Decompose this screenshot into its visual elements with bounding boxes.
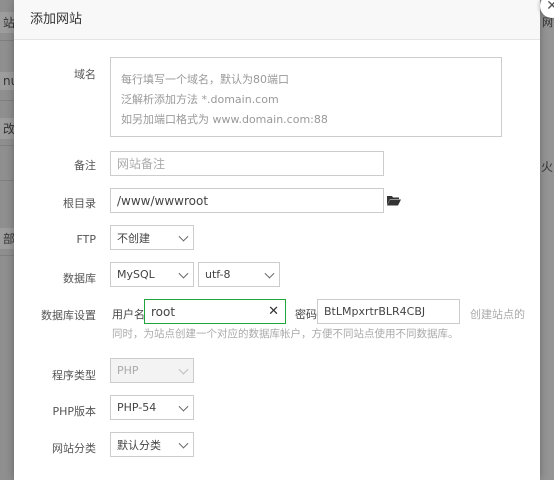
ftp-label: FTP — [76, 233, 97, 246]
database-label: 数据库 — [63, 272, 96, 285]
chevron-down-icon — [178, 364, 189, 375]
site-category-selected: 默认分类 — [117, 438, 161, 452]
ftp-selected: 不创建 — [117, 231, 150, 245]
ftp-select[interactable]: 不创建 — [110, 225, 194, 250]
db-password-input[interactable]: BtLMpxrtrBLR4CBJ — [317, 299, 460, 324]
bg-fragment: 火 — [541, 160, 554, 174]
folder-open-icon[interactable] — [387, 195, 401, 206]
db-username-input[interactable]: root ✕ — [144, 299, 286, 324]
database-type-select[interactable]: MySQL — [110, 262, 194, 287]
program-type-label: 程序类型 — [52, 369, 96, 382]
php-version-selected: PHP-54 — [117, 401, 157, 414]
domain-placeholder-line: 如另加端口格式为 www.domain.com:88 — [121, 113, 328, 126]
db-hint-line2: 同时，为站点创建一个对应的数据库帐户，方便不同站点使用不同数据库。 — [112, 328, 459, 340]
domain-textarea[interactable]: 每行填写一个域名，默认为80端口 泛解析添加方法 *.domain.com 如另… — [110, 57, 502, 137]
site-category-select[interactable]: 默认分类 — [110, 432, 194, 457]
domain-placeholder-line: 泛解析添加方法 *.domain.com — [121, 93, 279, 106]
database-type-selected: MySQL — [117, 268, 155, 281]
db-password-label: 密码 — [295, 308, 317, 321]
bg-divider — [0, 100, 14, 101]
modal-title: 添加网站 — [14, 0, 540, 40]
php-version-label: PHP版本 — [52, 405, 96, 418]
database-charset-select[interactable]: utf-8 — [198, 262, 280, 287]
remark-input[interactable]: 网站备注 — [110, 151, 384, 176]
chevron-down-icon — [178, 231, 189, 242]
php-version-select[interactable]: PHP-54 — [110, 395, 194, 420]
chevron-down-icon — [178, 438, 189, 449]
db-password-value: BtLMpxrtrBLR4CBJ — [324, 305, 426, 318]
bg-divider — [0, 145, 14, 146]
db-username-value: root — [151, 304, 176, 319]
db-username-label: 用户名 — [112, 308, 145, 321]
chevron-down-icon — [178, 268, 189, 279]
db-settings-label: 数据库设置 — [41, 309, 96, 322]
remark-placeholder: 网站备注 — [117, 157, 166, 171]
add-site-modal: 添加网站 ✕ 域名 每行填写一个域名，默认为80端口 泛解析添加方法 *.dom… — [14, 0, 554, 480]
chevron-down-icon — [178, 401, 189, 412]
db-hint-line1: 创建站点的 — [470, 308, 525, 321]
clear-icon[interactable]: ✕ — [268, 304, 279, 319]
bg-right-strip: 网 火 — [540, 0, 554, 480]
bg-divider — [0, 180, 14, 181]
root-dir-label: 根目录 — [63, 197, 96, 210]
domain-placeholder-line: 每行填写一个域名，默认为80端口 — [121, 73, 289, 86]
site-category-label: 网站分类 — [52, 442, 96, 455]
bg-divider — [0, 40, 14, 41]
bg-divider — [0, 255, 14, 256]
root-dir-input[interactable]: /www/wwwroot — [110, 188, 384, 213]
chevron-down-icon — [264, 268, 275, 279]
remark-label: 备注 — [74, 159, 96, 172]
program-type-selected: PHP — [117, 364, 139, 377]
domain-label: 域名 — [74, 68, 96, 81]
database-charset-selected: utf-8 — [205, 268, 231, 281]
program-type-select: PHP — [110, 358, 194, 383]
root-dir-value: /www/wwwroot — [117, 193, 209, 208]
